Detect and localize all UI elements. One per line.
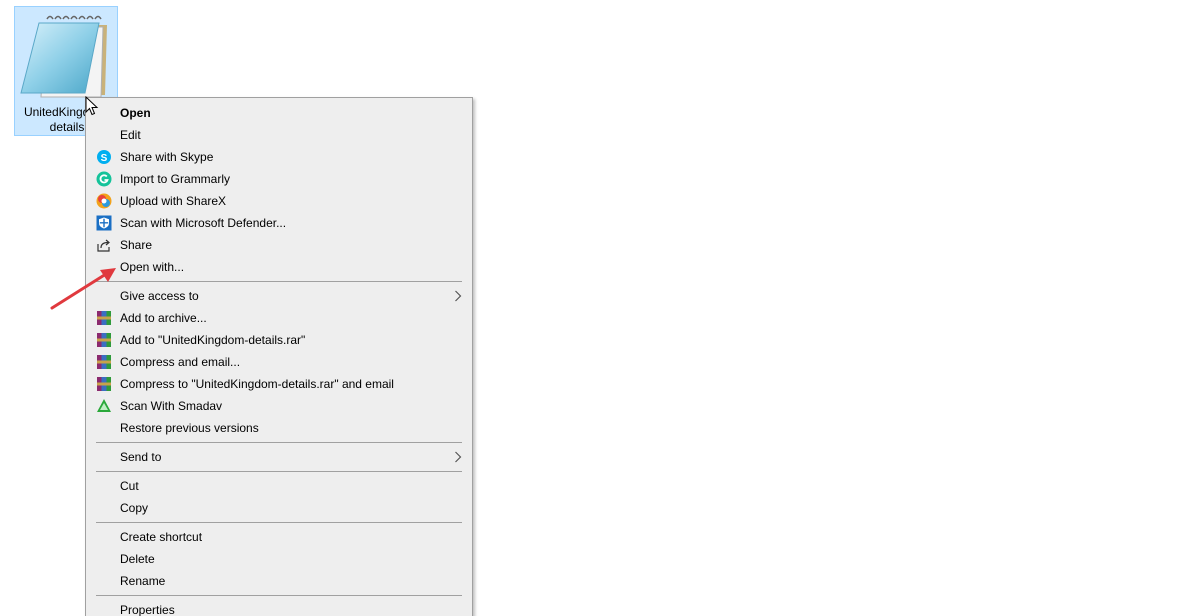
menu-item-scan-with-smadav[interactable]: Scan With Smadav bbox=[88, 395, 470, 417]
menu-item-label: Share with Skype bbox=[120, 150, 214, 164]
menu-separator bbox=[96, 281, 462, 282]
menu-item-create-shortcut[interactable]: Create shortcut bbox=[88, 526, 470, 548]
context-menu: Open Edit S Share with Skype Import to G… bbox=[85, 97, 473, 616]
menu-item-label: Send to bbox=[120, 450, 162, 464]
menu-item-share[interactable]: Share bbox=[88, 234, 470, 256]
menu-item-label: Share bbox=[120, 238, 153, 252]
sharex-icon bbox=[96, 193, 112, 209]
menu-item-label: Create shortcut bbox=[120, 530, 203, 544]
menu-item-open-with[interactable]: Open with... bbox=[88, 256, 470, 278]
menu-item-label: Scan With Smadav bbox=[120, 399, 223, 413]
menu-item-label: Open bbox=[120, 106, 151, 120]
menu-separator bbox=[96, 442, 462, 443]
annotation-arrow-icon bbox=[50, 268, 116, 310]
menu-item-label: Add to archive... bbox=[120, 311, 207, 325]
menu-item-label: Add to "UnitedKingdom-details.rar" bbox=[120, 333, 306, 347]
smadav-icon bbox=[96, 398, 112, 414]
menu-item-open[interactable]: Open bbox=[88, 102, 470, 124]
grammarly-icon bbox=[96, 171, 112, 187]
menu-item-edit[interactable]: Edit bbox=[88, 124, 470, 146]
svg-text:S: S bbox=[101, 153, 108, 164]
menu-item-import-to-grammarly[interactable]: Import to Grammarly bbox=[88, 168, 470, 190]
mouse-cursor-icon bbox=[85, 96, 99, 116]
menu-item-give-access-to[interactable]: Give access to bbox=[88, 285, 470, 307]
menu-item-compress-and-email[interactable]: Compress and email... bbox=[88, 351, 470, 373]
menu-item-rename[interactable]: Rename bbox=[88, 570, 470, 592]
menu-item-label: Import to Grammarly bbox=[120, 172, 231, 186]
notepad-icon bbox=[20, 15, 107, 98]
menu-item-add-to-rar[interactable]: Add to "UnitedKingdom-details.rar" bbox=[88, 329, 470, 351]
menu-item-label: Scan with Microsoft Defender... bbox=[120, 216, 287, 230]
chevron-right-icon bbox=[455, 451, 462, 463]
menu-item-add-to-archive[interactable]: Add to archive... bbox=[88, 307, 470, 329]
desktop: UnitedKingdom- details Open Edit S Share… bbox=[0, 0, 1192, 616]
menu-separator bbox=[96, 522, 462, 523]
menu-item-restore-previous-versions[interactable]: Restore previous versions bbox=[88, 417, 470, 439]
menu-item-label: Edit bbox=[120, 128, 141, 142]
menu-item-label: Restore previous versions bbox=[120, 421, 259, 435]
winrar-icon bbox=[96, 332, 112, 348]
menu-item-label: Compress and email... bbox=[120, 355, 241, 369]
menu-item-send-to[interactable]: Send to bbox=[88, 446, 470, 468]
menu-item-label: Give access to bbox=[120, 289, 199, 303]
chevron-right-icon bbox=[455, 290, 462, 302]
skype-icon: S bbox=[96, 149, 112, 165]
menu-item-properties[interactable]: Properties bbox=[88, 599, 470, 616]
menu-item-compress-to-rar-and-email[interactable]: Compress to "UnitedKingdom-details.rar" … bbox=[88, 373, 470, 395]
menu-item-copy[interactable]: Copy bbox=[88, 497, 470, 519]
menu-item-share-with-skype[interactable]: S Share with Skype bbox=[88, 146, 470, 168]
menu-item-cut[interactable]: Cut bbox=[88, 475, 470, 497]
menu-item-delete[interactable]: Delete bbox=[88, 548, 470, 570]
menu-item-label: Upload with ShareX bbox=[120, 194, 227, 208]
menu-item-label: Properties bbox=[120, 603, 175, 616]
menu-item-label: Rename bbox=[120, 574, 166, 588]
defender-icon bbox=[96, 215, 112, 231]
menu-item-scan-with-defender[interactable]: Scan with Microsoft Defender... bbox=[88, 212, 470, 234]
menu-item-label: Copy bbox=[120, 501, 149, 515]
menu-item-label: Cut bbox=[120, 479, 139, 493]
menu-item-upload-with-sharex[interactable]: Upload with ShareX bbox=[88, 190, 470, 212]
menu-item-label: Compress to "UnitedKingdom-details.rar" … bbox=[120, 377, 394, 391]
winrar-icon bbox=[96, 354, 112, 370]
menu-separator bbox=[96, 595, 462, 596]
menu-separator bbox=[96, 471, 462, 472]
share-icon bbox=[96, 237, 112, 253]
menu-item-label: Delete bbox=[120, 552, 155, 566]
menu-item-label: Open with... bbox=[120, 260, 185, 274]
winrar-icon bbox=[96, 376, 112, 392]
